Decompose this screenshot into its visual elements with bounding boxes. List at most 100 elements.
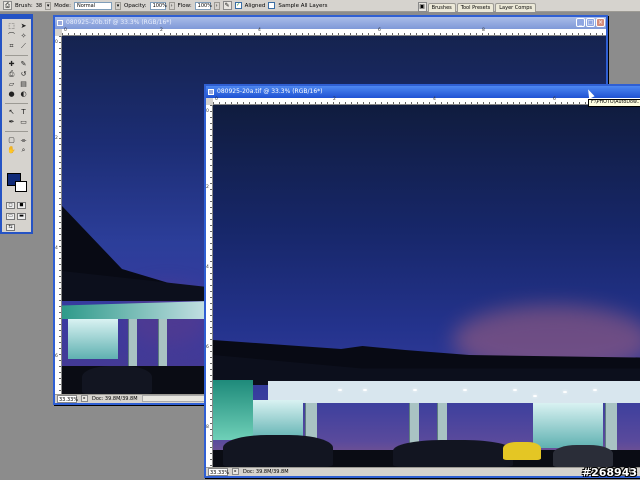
taxi: [503, 442, 541, 460]
flow-field[interactable]: 100%: [194, 1, 212, 10]
clone-stamp-tool-icon[interactable]: ⎙: [3, 1, 12, 10]
document-window-front[interactable]: 080925-20a.tif @ 33.3% (RGB/16*) 0 2 4 6…: [204, 84, 640, 478]
notes-icon[interactable]: ▢: [6, 136, 17, 145]
aligned-checkbox[interactable]: ✓: [234, 2, 242, 9]
opacity-label: Opacity:: [123, 2, 147, 9]
document-icon: [208, 89, 214, 95]
ruler-tick-label: 2: [160, 28, 163, 33]
sample-all-layers-checkbox[interactable]: ✓: [268, 2, 276, 9]
zoom-field[interactable]: 33.33%: [208, 468, 229, 476]
eyedropper-icon[interactable]: ⌯: [18, 136, 29, 145]
file-browser-icon[interactable]: ▣: [417, 2, 427, 12]
shape-icon[interactable]: ▭: [18, 118, 29, 127]
toolbox-divider: [5, 131, 28, 132]
ruler-tick-label: 8: [482, 28, 485, 33]
lasso-icon[interactable]: ⌒: [6, 32, 17, 41]
image-canvas[interactable]: [213, 105, 640, 467]
ruler-tick-label: 8: [206, 425, 209, 430]
car: [393, 440, 513, 467]
title-bar[interactable]: 080925-20a.tif @ 33.3% (RGB/16*): [206, 86, 640, 98]
doc-size-info: Doc: 39.8M/39.8M: [92, 396, 138, 402]
pillar: [128, 319, 137, 369]
close-icon[interactable]: ×: [596, 18, 605, 27]
options-bar: ⎙ Brush: 38 ▾ Mode: Normal ▾ Opacity: 10…: [0, 0, 640, 12]
path-select-icon[interactable]: ↖: [6, 108, 17, 117]
marquee-icon[interactable]: ⬚: [6, 22, 17, 31]
opacity-slider-arrow-icon[interactable]: ›: [168, 1, 175, 10]
ruler-tick-label: 6: [553, 97, 556, 102]
jump-to-imageready-icon[interactable]: ⇆: [6, 224, 15, 231]
palette-well: ▣ Brushes Tool Presets Layer Comps: [417, 0, 536, 12]
ceiling-light: [363, 389, 367, 391]
tab-layer-comps[interactable]: Layer Comps: [495, 3, 536, 12]
ceiling-light: [593, 389, 597, 391]
screen-mode-standard-icon[interactable]: ▭: [6, 213, 15, 220]
status-bar: 33.33% ▸ Doc: 39.8M/39.8M: [206, 467, 640, 476]
mode-select[interactable]: Normal: [73, 1, 112, 10]
standard-mode-icon[interactable]: ◻: [6, 202, 15, 209]
doc-size-info: Doc: 39.8M/39.8M: [243, 469, 289, 475]
ceiling-light: [563, 391, 567, 393]
title-bar[interactable]: 080925-20b.tif @ 33.3% (RGB/16*) _ □ ×: [55, 17, 606, 29]
ruler-tick-label: 4: [206, 265, 209, 270]
status-menu-icon[interactable]: ▸: [81, 395, 88, 402]
brush-label: Brush:: [15, 2, 33, 9]
zoom-field[interactable]: 33.33%: [57, 395, 78, 403]
watermark: #268943: [581, 466, 637, 479]
ruler-tick-label: 0: [215, 97, 218, 102]
ruler-tick-label: 0: [64, 28, 67, 33]
flow-slider-arrow-icon[interactable]: ›: [213, 1, 220, 10]
ruler-tick-label: 2: [333, 97, 336, 102]
brush-icon[interactable]: ✎: [18, 60, 29, 69]
quick-mask-icon[interactable]: ◼: [17, 202, 26, 209]
ceiling-light: [513, 389, 517, 391]
flow-label: Flow:: [177, 2, 192, 9]
store-front: [533, 403, 603, 448]
ruler-tick-label: 6: [378, 28, 381, 33]
status-menu-icon[interactable]: ▸: [232, 468, 239, 475]
background-color-swatch[interactable]: [15, 181, 27, 192]
brush-picker-arrow-icon[interactable]: ▾: [45, 1, 52, 10]
slice-icon[interactable]: ⟋: [18, 42, 29, 51]
type-icon[interactable]: T: [18, 108, 29, 117]
ruler-tick-label: 2: [206, 185, 209, 190]
car: [553, 445, 613, 467]
mode-dropdown-arrow-icon[interactable]: ▾: [114, 1, 121, 10]
store-front: [68, 319, 118, 359]
ruler-tick-label: 6: [206, 345, 209, 350]
eraser-icon[interactable]: ▱: [6, 80, 17, 89]
blur-icon[interactable]: ●: [6, 90, 17, 99]
healing-icon[interactable]: ✚: [6, 60, 17, 69]
magic-wand-icon[interactable]: ✧: [18, 32, 29, 41]
toolbox-divider: [5, 103, 28, 104]
dodge-icon[interactable]: ◐: [18, 90, 29, 99]
ruler-tick-label: 4: [433, 97, 436, 102]
aligned-label: Aligned: [244, 2, 266, 9]
maximize-icon[interactable]: □: [586, 18, 595, 27]
ruler-tick-label: 4: [55, 246, 58, 251]
store-front: [213, 380, 253, 440]
opacity-field[interactable]: 100%: [149, 1, 167, 10]
tab-brushes[interactable]: Brushes: [427, 3, 456, 12]
ruler-vertical: 0 2 4 6: [55, 36, 62, 394]
canopy-ceiling: [268, 381, 640, 403]
stamp-icon[interactable]: ⎙: [6, 70, 17, 79]
hand-icon[interactable]: ✋: [6, 146, 17, 155]
window-title: 080925-20a.tif @ 33.3% (RGB/16*): [217, 88, 323, 95]
zoom-icon[interactable]: ⌕: [18, 146, 29, 155]
brush-size[interactable]: 38: [36, 3, 42, 9]
pen-icon[interactable]: ✒: [6, 118, 17, 127]
ruler-tick-label: 0: [206, 109, 209, 114]
move-icon[interactable]: ➤: [18, 22, 29, 31]
ceiling-light: [463, 389, 467, 391]
ruler-horizontal: 0 2 4 6 8: [62, 28, 606, 36]
crop-icon[interactable]: ⌗: [6, 42, 17, 51]
minimize-icon[interactable]: _: [576, 18, 585, 27]
airbrush-icon[interactable]: ✎: [222, 1, 232, 10]
history-brush-icon[interactable]: ↺: [18, 70, 29, 79]
gradient-icon[interactable]: ▤: [18, 80, 29, 89]
pillar: [158, 319, 167, 369]
screen-mode-full-icon[interactable]: ▬: [17, 213, 26, 220]
ruler-tick-label: 4: [258, 28, 261, 33]
tab-tool-presets[interactable]: Tool Presets: [456, 3, 495, 12]
